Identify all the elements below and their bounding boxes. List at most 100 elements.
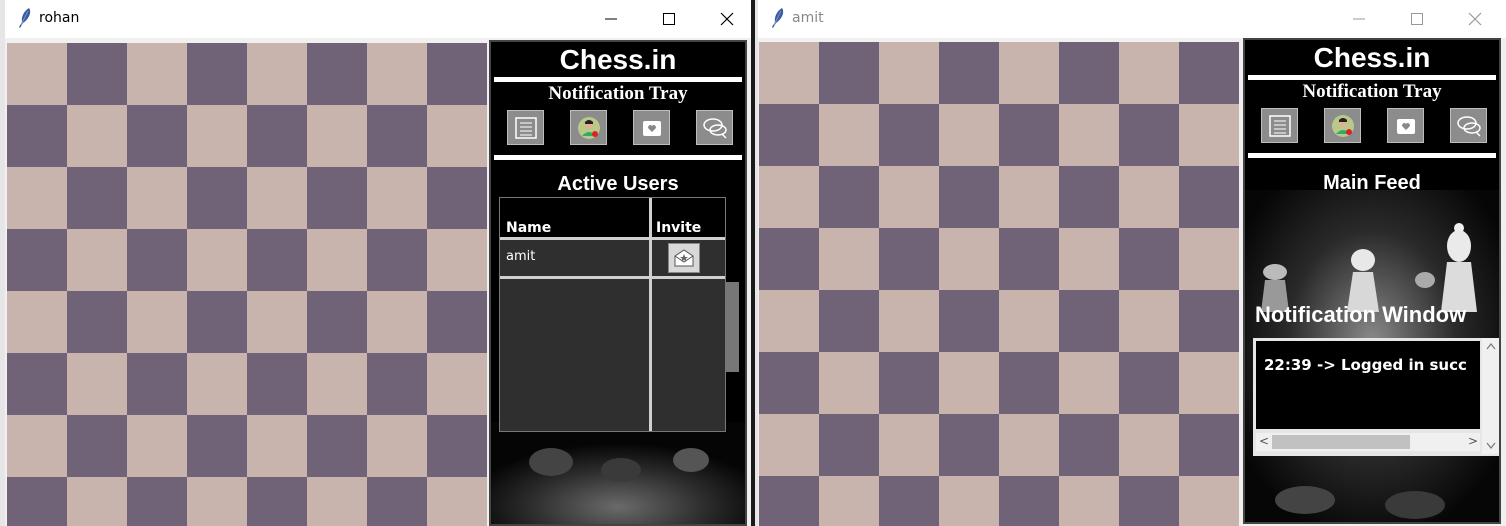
scroll-thumb[interactable] bbox=[1272, 435, 1410, 449]
board-square[interactable] bbox=[7, 43, 67, 105]
board-square[interactable] bbox=[367, 105, 427, 167]
board-square[interactable] bbox=[307, 415, 367, 477]
scroll-down-icon[interactable] bbox=[1486, 442, 1496, 450]
board-square[interactable] bbox=[819, 290, 879, 352]
board-square[interactable] bbox=[127, 105, 187, 167]
board-square[interactable] bbox=[427, 477, 487, 526]
board-square[interactable] bbox=[999, 228, 1059, 290]
chess-board[interactable] bbox=[7, 43, 487, 526]
board-square[interactable] bbox=[1179, 414, 1239, 476]
board-square[interactable] bbox=[879, 104, 939, 166]
board-square[interactable] bbox=[127, 167, 187, 229]
board-square[interactable] bbox=[247, 167, 307, 229]
close-button[interactable] bbox=[698, 0, 751, 38]
board-square[interactable] bbox=[367, 229, 427, 291]
board-square[interactable] bbox=[1179, 166, 1239, 228]
list-button[interactable] bbox=[507, 110, 544, 145]
board-square[interactable] bbox=[1119, 476, 1179, 526]
board-square[interactable] bbox=[67, 167, 127, 229]
chat-button[interactable] bbox=[1450, 108, 1487, 143]
board-square[interactable] bbox=[819, 166, 879, 228]
board-square[interactable] bbox=[879, 414, 939, 476]
close-button[interactable] bbox=[1446, 0, 1504, 38]
board-square[interactable] bbox=[67, 353, 127, 415]
board-square[interactable] bbox=[999, 476, 1059, 526]
board-square[interactable] bbox=[367, 415, 427, 477]
board-square[interactable] bbox=[307, 167, 367, 229]
board-square[interactable] bbox=[7, 353, 67, 415]
board-square[interactable] bbox=[187, 43, 247, 105]
board-square[interactable] bbox=[187, 167, 247, 229]
board-square[interactable] bbox=[247, 229, 307, 291]
board-square[interactable] bbox=[427, 43, 487, 105]
board-square[interactable] bbox=[999, 104, 1059, 166]
notification-log[interactable]: 22:39 -> Logged in succ bbox=[1256, 341, 1480, 429]
board-square[interactable] bbox=[67, 291, 127, 353]
board-square[interactable] bbox=[427, 291, 487, 353]
board-square[interactable] bbox=[1179, 290, 1239, 352]
board-square[interactable] bbox=[307, 477, 367, 526]
board-square[interactable] bbox=[67, 43, 127, 105]
board-square[interactable] bbox=[1119, 104, 1179, 166]
board-square[interactable] bbox=[819, 104, 879, 166]
board-square[interactable] bbox=[939, 42, 999, 104]
board-square[interactable] bbox=[367, 167, 427, 229]
board-square[interactable] bbox=[1119, 42, 1179, 104]
board-square[interactable] bbox=[999, 42, 1059, 104]
vertical-scrollbar[interactable] bbox=[1482, 338, 1499, 454]
board-square[interactable] bbox=[7, 229, 67, 291]
board-square[interactable] bbox=[307, 43, 367, 105]
board-square[interactable] bbox=[819, 414, 879, 476]
board-square[interactable] bbox=[67, 477, 127, 526]
board-square[interactable] bbox=[1059, 414, 1119, 476]
board-square[interactable] bbox=[1119, 290, 1179, 352]
board-square[interactable] bbox=[1059, 228, 1119, 290]
board-square[interactable] bbox=[367, 291, 427, 353]
board-square[interactable] bbox=[1179, 476, 1239, 526]
board-square[interactable] bbox=[999, 414, 1059, 476]
board-square[interactable] bbox=[1179, 352, 1239, 414]
chess-board[interactable] bbox=[759, 42, 1239, 526]
list-button[interactable] bbox=[1261, 108, 1298, 143]
board-square[interactable] bbox=[999, 166, 1059, 228]
board-square[interactable] bbox=[879, 290, 939, 352]
board-square[interactable] bbox=[307, 291, 367, 353]
board-square[interactable] bbox=[1059, 104, 1119, 166]
chat-button[interactable] bbox=[696, 110, 733, 145]
board-square[interactable] bbox=[427, 415, 487, 477]
board-square[interactable] bbox=[939, 476, 999, 526]
board-square[interactable] bbox=[247, 353, 307, 415]
board-square[interactable] bbox=[939, 352, 999, 414]
board-square[interactable] bbox=[127, 477, 187, 526]
board-square[interactable] bbox=[187, 229, 247, 291]
board-square[interactable] bbox=[939, 414, 999, 476]
board-square[interactable] bbox=[819, 42, 879, 104]
board-square[interactable] bbox=[999, 352, 1059, 414]
board-square[interactable] bbox=[1119, 166, 1179, 228]
title-bar[interactable]: amit bbox=[758, 0, 1506, 38]
board-square[interactable] bbox=[1059, 42, 1119, 104]
board-square[interactable] bbox=[247, 43, 307, 105]
board-square[interactable] bbox=[7, 477, 67, 526]
board-square[interactable] bbox=[67, 415, 127, 477]
board-square[interactable] bbox=[187, 353, 247, 415]
board-square[interactable] bbox=[759, 104, 819, 166]
board-square[interactable] bbox=[759, 476, 819, 526]
board-square[interactable] bbox=[127, 291, 187, 353]
maximize-button[interactable] bbox=[1388, 0, 1446, 38]
board-square[interactable] bbox=[67, 105, 127, 167]
board-square[interactable] bbox=[759, 352, 819, 414]
board-square[interactable] bbox=[1059, 352, 1119, 414]
board-square[interactable] bbox=[1119, 228, 1179, 290]
board-square[interactable] bbox=[427, 229, 487, 291]
board-square[interactable] bbox=[939, 228, 999, 290]
board-square[interactable] bbox=[1119, 352, 1179, 414]
board-square[interactable] bbox=[187, 105, 247, 167]
board-square[interactable] bbox=[427, 353, 487, 415]
board-square[interactable] bbox=[1179, 42, 1239, 104]
board-square[interactable] bbox=[307, 229, 367, 291]
board-square[interactable] bbox=[127, 43, 187, 105]
board-square[interactable] bbox=[187, 477, 247, 526]
board-square[interactable] bbox=[67, 229, 127, 291]
board-square[interactable] bbox=[939, 290, 999, 352]
